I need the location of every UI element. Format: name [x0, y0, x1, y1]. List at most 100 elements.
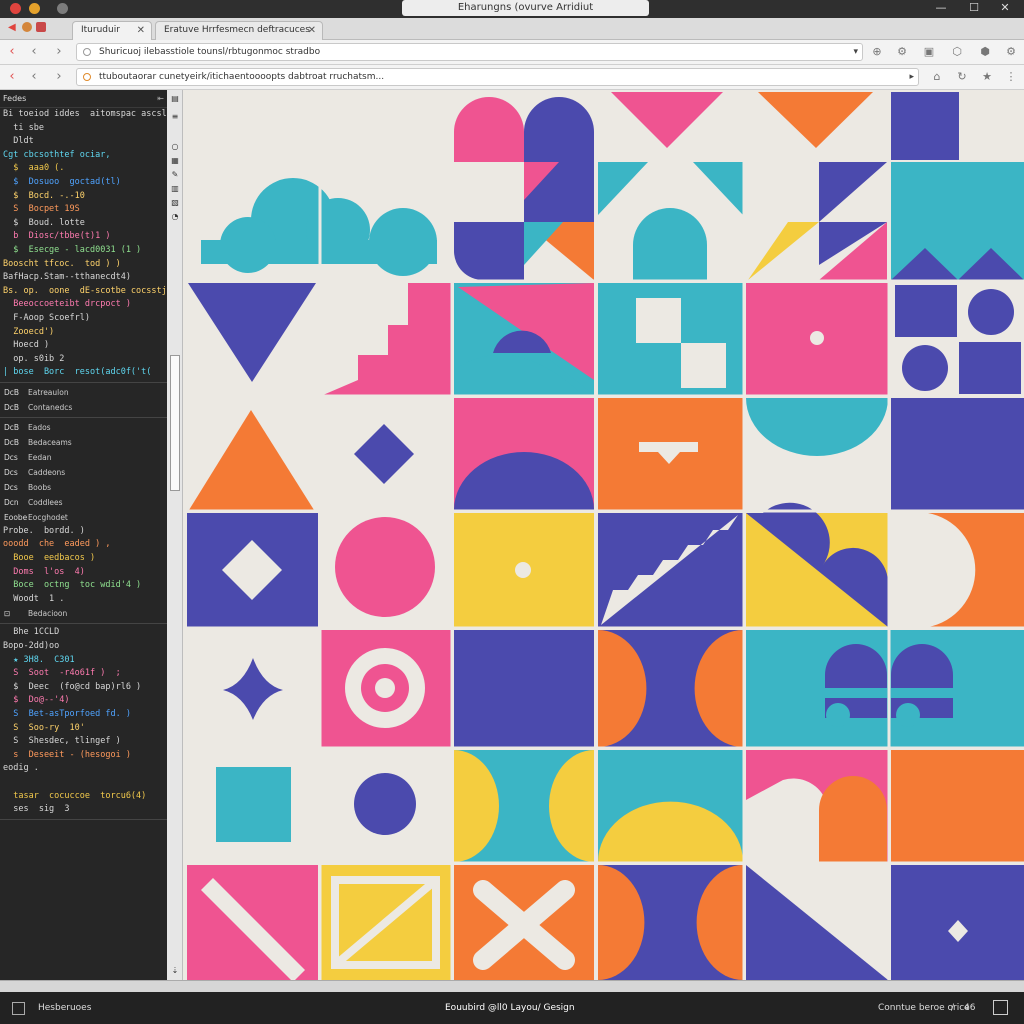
tile-pink-scallop — [746, 750, 888, 862]
url-text: Shuricuoj ilebasstiole tounsl/rbtugonmoc… — [99, 47, 321, 57]
orange-triangle-top — [758, 92, 873, 148]
code-line: op. s0ib 2 — [3, 353, 65, 364]
lines-icon[interactable]: ≡ — [170, 112, 180, 121]
more-icon[interactable]: ⋮ — [1002, 68, 1020, 86]
collapse-icon[interactable]: ⇤ — [157, 94, 164, 103]
file-item[interactable]: DcB Eatreaulon — [0, 385, 167, 400]
back-icon[interactable]: ‹ — [3, 68, 21, 86]
grid-icon[interactable]: ▦ — [170, 156, 180, 165]
close-window-dot[interactable] — [10, 3, 21, 14]
file-name: Eedan — [28, 452, 52, 462]
url-field-secondary[interactable]: ttuboutaorar cunetyeirk/itichaentoooopts… — [76, 68, 919, 86]
code-block-2: Probe. bordd. ) ooodd che eaded ) , Booe … — [0, 525, 167, 607]
back-icon[interactable]: ‹ — [25, 43, 43, 61]
file-item[interactable]: Dcs Boobs — [0, 480, 167, 495]
code-line: $ Esecge - lacd0031 (1 ) — [3, 244, 142, 255]
file-item[interactable]: DcB Contanedcs — [0, 400, 167, 415]
reload-icon[interactable]: ↻ — [953, 68, 971, 86]
tile-teal-squares — [598, 283, 743, 395]
status-left: Hesberuoes — [38, 1003, 92, 1013]
code-line: BafHacp.Stam--tthanecdt4) — [3, 272, 131, 283]
divider — [0, 416, 167, 418]
file-item[interactable]: Dcn Coddlees — [0, 495, 167, 510]
tab-close-icon[interactable]: ✕ — [137, 22, 145, 39]
extension-icon[interactable]: ⚙ — [893, 43, 911, 61]
site-info-icon[interactable] — [83, 48, 91, 56]
tile-teal-yellow-half — [454, 750, 594, 862]
tile-navy-orange-halves — [598, 864, 743, 980]
artwork-canvas[interactable] — [183, 90, 1024, 980]
close-button[interactable]: ✕ — [997, 1, 1013, 14]
scrollbar-thumb[interactable] — [170, 355, 180, 491]
fullscreen-icon[interactable] — [993, 1000, 1008, 1015]
code-line: Bopo-2dd)oo — [3, 641, 60, 652]
tab-active[interactable]: Ituruduir ✕ — [72, 21, 152, 40]
url-field[interactable]: Shuricuoj ilebasstiole tounsl/rbtugonmoc… — [76, 43, 863, 61]
star-icon[interactable]: ★ — [978, 68, 996, 86]
code-line: $ Boud. lotte — [3, 217, 85, 228]
file-item[interactable]: EoobeEocghodet — [0, 510, 167, 525]
code-line: Bi toeiod iddes aitomspac ascslti t i d — [3, 109, 167, 119]
file-item[interactable]: DcB Eados — [0, 420, 167, 435]
file-name: Caddeons — [28, 467, 66, 477]
back-icon[interactable]: ‹ — [3, 43, 21, 61]
teal-triangle — [693, 162, 743, 215]
navy-star — [223, 658, 283, 720]
document-icon[interactable] — [12, 1002, 25, 1015]
horizontal-scroll-strip[interactable] — [0, 980, 1024, 992]
code-line: Zooecd') — [3, 326, 55, 337]
code-line: Boce octng toc wdid'4 ) — [3, 580, 142, 591]
pink-triangle-top — [611, 92, 723, 148]
menu-icon[interactable]: ⚙ — [1002, 43, 1020, 61]
settings-icon[interactable]: ⬢ — [976, 43, 994, 61]
navy-square-large — [454, 630, 594, 747]
shield-icon[interactable]: ⬡ — [948, 43, 966, 61]
scroll-down-icon[interactable]: ⇣ — [170, 966, 180, 975]
tile-teal-pink-sweep — [454, 283, 594, 395]
zoom-window-dot[interactable] — [57, 3, 68, 14]
file-type-icon: Dcn — [4, 497, 19, 507]
secondary-address-row: ‹ ‹ › ttuboutaorar cunetyeirk/itichaento… — [0, 65, 1024, 90]
minimize-button[interactable]: — — [933, 1, 949, 14]
divider — [0, 381, 167, 383]
circle-icon[interactable]: ○ — [170, 142, 180, 151]
file-item[interactable]: DcB Bedaceams — [0, 435, 167, 450]
code-line: $ Deec (fo@cd bap)rl6 ) — [3, 681, 142, 692]
back-icon[interactable]: ‹ — [25, 68, 43, 86]
forward-icon[interactable]: › — [50, 43, 68, 61]
file-item[interactable]: Dcs Eedan — [0, 450, 167, 465]
pen-icon[interactable]: ✎ — [170, 170, 180, 179]
download-icon[interactable]: ⊕ — [868, 43, 886, 61]
file-item[interactable]: Dcs Caddeons — [0, 465, 167, 480]
file-type-icon: Dcs — [4, 482, 18, 492]
file-type-icon: DcB — [4, 387, 20, 397]
reader-icon[interactable]: ▣ — [920, 43, 938, 61]
lock-icon[interactable]: ▧ — [170, 198, 180, 207]
forward-icon[interactable]: › — [50, 68, 68, 86]
sidebar-title: Fedes — [3, 94, 27, 103]
file-item[interactable]: ⊡ Bedacioon — [0, 606, 167, 621]
layers-icon[interactable]: ▥ — [170, 184, 180, 193]
minimize-window-dot[interactable] — [29, 3, 40, 14]
maximize-button[interactable]: ☐ — [966, 1, 982, 14]
tab-close-icon[interactable]: ✕ — [308, 22, 316, 39]
code-line: F-Aoop Scoefrl) — [3, 312, 90, 323]
dropdown-icon[interactable]: ▾ — [853, 44, 858, 60]
file-type-icon: ⊡ — [4, 609, 11, 619]
site-info-icon[interactable] — [83, 73, 91, 81]
paint-icon[interactable]: ◔ — [170, 212, 180, 221]
file-type-icon: Eoobe — [4, 512, 28, 522]
file-list-3: ⊡ Bedacioon — [0, 606, 167, 621]
code-line: Cgt cbcsothtef ociar, — [3, 149, 111, 160]
dropdown-icon[interactable]: ▸ — [909, 69, 914, 85]
tab-second[interactable]: Eratuve Hrrfesmecn deftracuces ✕ — [155, 21, 323, 40]
code-sidebar: Fedes ⇤ Bi toeiod iddes aitomspac ascsl t… — [0, 90, 167, 980]
file-type-icon: DcB — [4, 402, 20, 412]
back-tab-icon[interactable]: ◀ — [8, 22, 16, 33]
home-icon[interactable]: ⌂ — [928, 68, 946, 86]
divider — [0, 818, 167, 820]
tile-teal-yellow-dome — [598, 750, 743, 862]
tile-navy-circles — [895, 285, 1021, 394]
panel-icon[interactable]: ▤ — [170, 94, 180, 103]
